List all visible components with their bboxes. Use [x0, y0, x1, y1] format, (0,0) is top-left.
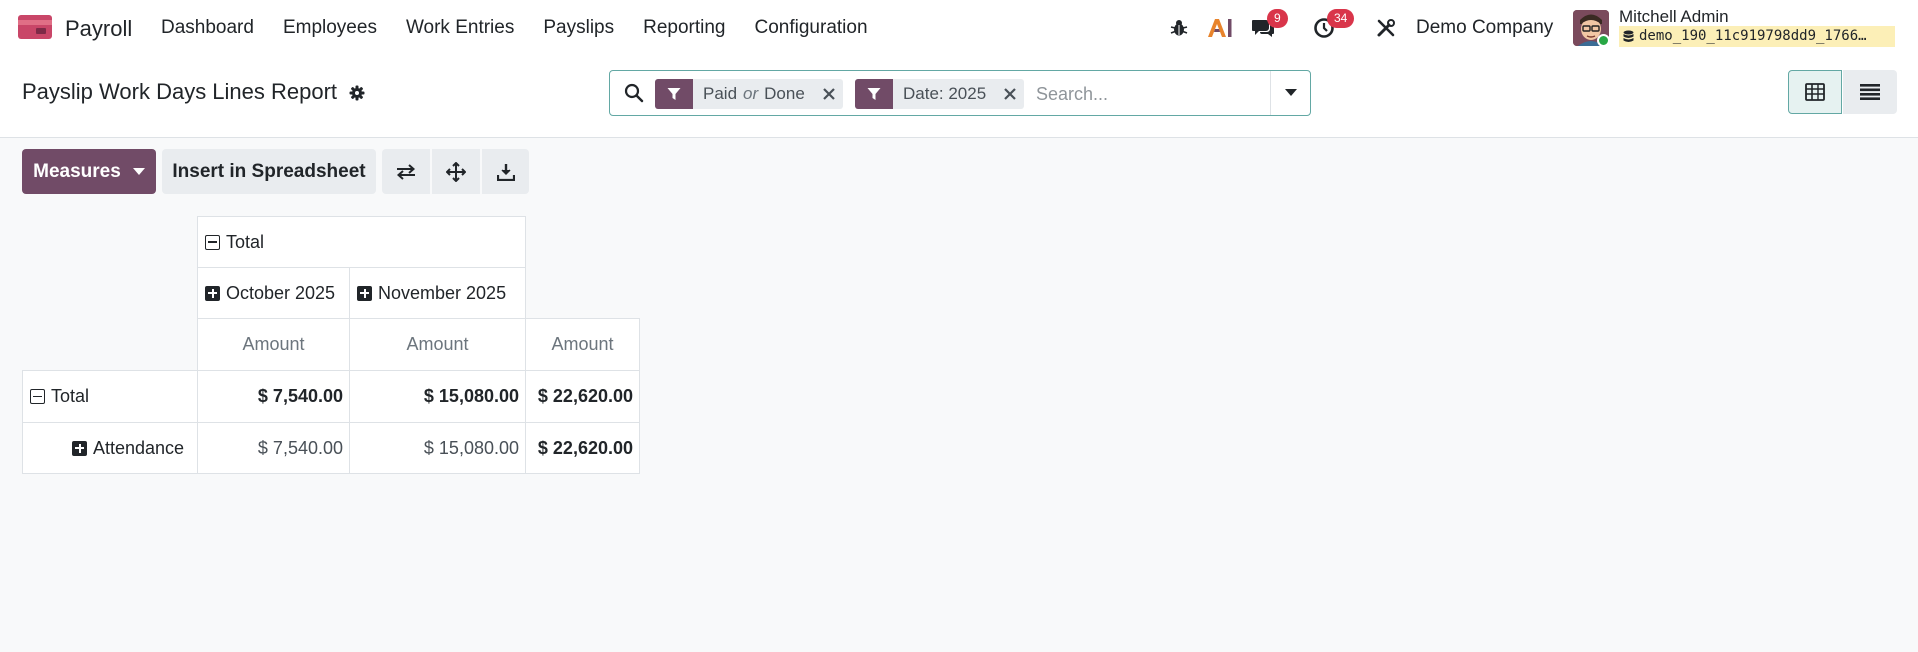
measures-button[interactable]: Measures	[22, 149, 156, 194]
col-header-total-label: Total	[226, 231, 265, 252]
arrows-icon	[446, 161, 466, 182]
collapse-icon	[30, 389, 45, 404]
facet-value-paid: Paid	[703, 84, 738, 103]
facet-remove-button[interactable]	[815, 79, 843, 109]
expand-icon	[205, 285, 220, 301]
pivot-table-icon	[1805, 83, 1825, 101]
menu-payslips[interactable]: Payslips	[543, 17, 614, 39]
row-header-label: Attendance	[93, 437, 185, 458]
measure-header[interactable]: Amount	[525, 318, 640, 371]
exchange-icon	[396, 163, 416, 180]
search-input[interactable]	[1036, 79, 1266, 109]
flip-axis-button[interactable]	[382, 149, 430, 194]
database-name: demo_190_11c919798dd9_1766…	[1619, 26, 1895, 47]
col-header-label: November 2025	[378, 282, 507, 303]
measures-label: Measures	[33, 160, 121, 182]
facet-label: Paid or Done	[693, 79, 815, 109]
collapse-icon	[205, 234, 220, 250]
list-icon	[1860, 84, 1880, 100]
close-icon	[823, 88, 835, 100]
menu-work-entries[interactable]: Work Entries	[406, 17, 514, 39]
expand-icon	[357, 285, 372, 301]
facet-value-done: Done	[764, 84, 805, 103]
insert-spreadsheet-button[interactable]: Insert in Spreadsheet	[162, 149, 376, 194]
expand-icon	[72, 440, 87, 456]
ai-button[interactable]	[1204, 0, 1236, 56]
download-icon	[496, 163, 515, 181]
facet-label: Date: 2025	[903, 84, 987, 103]
bug-icon	[1170, 20, 1188, 36]
messages-badge: 9	[1267, 9, 1288, 28]
facet-remove-button[interactable]	[996, 79, 1024, 109]
filter-facet-status[interactable]: Paid or Done	[655, 79, 843, 109]
search-icon[interactable]	[624, 83, 644, 103]
measure-header[interactable]: Amount	[349, 318, 526, 371]
pivot-cell[interactable]: $ 7,540.00	[197, 370, 350, 423]
activities-badge: 34	[1327, 9, 1355, 28]
menu-reporting[interactable]: Reporting	[643, 17, 725, 39]
pivot-cell[interactable]: $ 15,080.00	[349, 370, 526, 423]
col-header-total[interactable]: Total	[197, 216, 526, 268]
filter-icon	[655, 79, 693, 109]
view-pivot-button[interactable]	[1788, 70, 1842, 114]
menu-employees[interactable]: Employees	[283, 17, 377, 39]
measure-header[interactable]: Amount	[197, 318, 350, 371]
download-button[interactable]	[482, 149, 529, 194]
filter-icon	[855, 79, 893, 109]
tools-icon	[1377, 19, 1395, 37]
payroll-app-icon[interactable]	[18, 15, 52, 39]
presence-indicator	[1597, 34, 1610, 47]
database-icon	[1623, 30, 1634, 42]
main-menu: Dashboard Employees Work Entries Payslip…	[161, 17, 897, 39]
company-switcher[interactable]: Demo Company	[1416, 17, 1553, 39]
caret-down-icon	[1284, 89, 1297, 96]
menu-dashboard[interactable]: Dashboard	[161, 17, 254, 39]
app-name[interactable]: Payroll	[65, 16, 132, 42]
page-title: Payslip Work Days Lines Report	[22, 79, 338, 104]
top-navbar: Payroll Dashboard Employees Work Entries…	[0, 0, 1918, 56]
close-icon	[1004, 88, 1016, 100]
pivot-cell[interactable]: $ 15,080.00	[349, 422, 526, 474]
user-name[interactable]: Mitchell Admin	[1619, 7, 1729, 27]
row-header-label: Total	[51, 386, 90, 406]
gear-icon[interactable]	[349, 85, 365, 101]
col-header-november[interactable]: November 2025	[349, 267, 526, 319]
control-panel: Payslip Work Days Lines Report Paid or D…	[0, 56, 1918, 138]
row-header-attendance[interactable]: Attendance	[22, 422, 198, 474]
search-bar: Paid or Done Date: 2025	[609, 70, 1311, 116]
menu-configuration[interactable]: Configuration	[755, 17, 868, 39]
view-list-button[interactable]	[1843, 70, 1897, 114]
row-header-total[interactable]: Total	[22, 370, 198, 423]
debug-button[interactable]	[1166, 0, 1192, 56]
ai-icon	[1208, 19, 1232, 37]
facet-separator: or	[743, 84, 759, 103]
expand-all-button[interactable]	[432, 149, 480, 194]
pivot-cell[interactable]: $ 7,540.00	[197, 422, 350, 474]
col-header-label: October 2025	[226, 282, 336, 303]
settings-button[interactable]	[1374, 0, 1398, 56]
col-header-october[interactable]: October 2025	[197, 267, 350, 319]
pivot-cell-total[interactable]: $ 22,620.00	[525, 370, 640, 423]
search-options-toggle[interactable]	[1270, 71, 1310, 115]
caret-down-icon	[132, 168, 145, 175]
pivot-cell-total[interactable]: $ 22,620.00	[525, 422, 640, 474]
filter-facet-date[interactable]: Date: 2025	[855, 79, 1025, 109]
